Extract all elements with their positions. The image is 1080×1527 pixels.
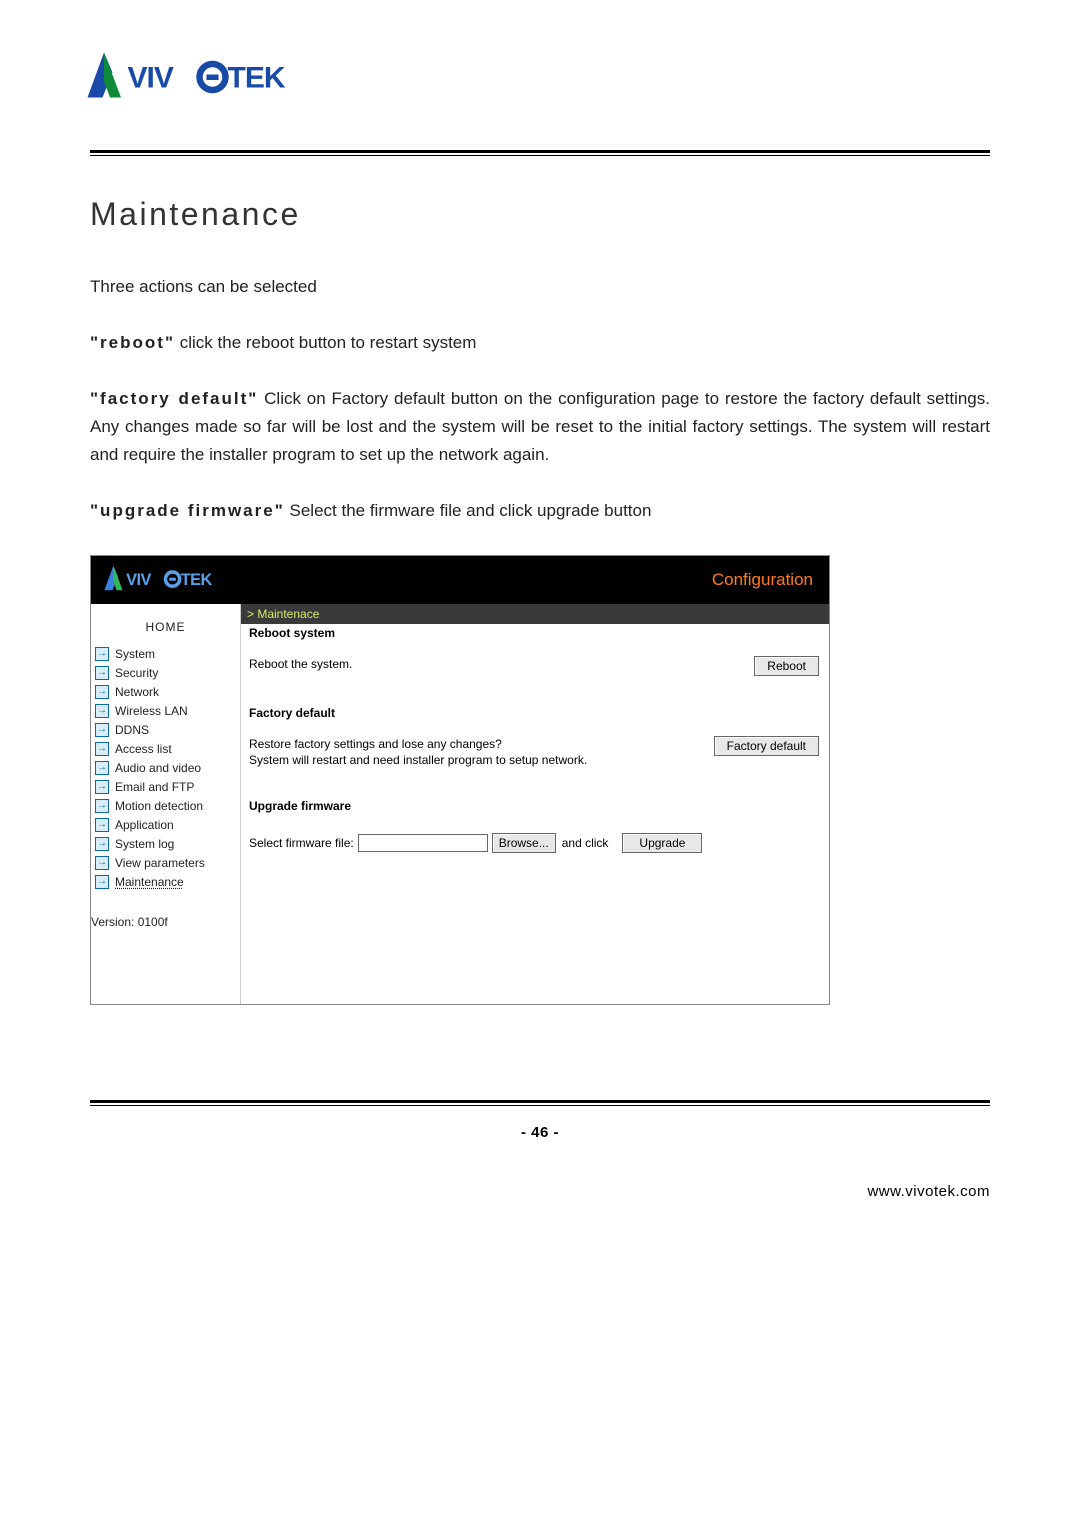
firmware-file-input[interactable] (358, 834, 488, 852)
svg-text:TEK: TEK (228, 62, 286, 95)
footer-divider-thick (90, 1100, 990, 1103)
footer-divider-thin (90, 1105, 990, 1106)
config-header: VIV TEK Configuration (91, 556, 829, 604)
reboot-desc: click the reboot button to restart syste… (175, 333, 476, 352)
arrow-icon: → (95, 799, 109, 813)
arrow-icon: → (95, 704, 109, 718)
sidebar-item-label: Wireless LAN (115, 704, 188, 718)
and-click-text: and click (562, 836, 609, 850)
factory-term: "factory default" (90, 389, 258, 408)
sidebar: HOME → System → Security → Network → Wireless L… (91, 604, 241, 1004)
sidebar-item-network[interactable]: → Network (91, 682, 240, 701)
sidebar-item-label: Access list (115, 742, 172, 756)
sidebar-item-security[interactable]: → Security (91, 663, 240, 682)
sidebar-home-link[interactable]: HOME (91, 604, 240, 644)
site-url: www.vivotek.com (90, 1183, 990, 1200)
version-text: Version: 0100f (91, 915, 240, 929)
intro-text: Three actions can be selected (90, 273, 990, 301)
arrow-icon: → (95, 856, 109, 870)
sidebar-item-audio-and-video[interactable]: → Audio and video (91, 758, 240, 777)
arrow-icon: → (95, 666, 109, 680)
upgrade-heading: Upgrade firmware (249, 799, 819, 813)
upgrade-paragraph: "upgrade firmware" Select the firmware f… (90, 497, 990, 525)
sidebar-item-label: Network (115, 685, 159, 699)
breadcrumb: > Maintenace (241, 604, 829, 624)
sidebar-item-label: System log (115, 837, 174, 851)
factory-description: Restore factory settings and lose any ch… (249, 736, 587, 768)
divider-thin (90, 155, 990, 156)
reboot-term: "reboot" (90, 333, 175, 352)
brand-logo: VIV TEK (85, 50, 990, 100)
reboot-button[interactable]: Reboot (754, 656, 819, 676)
arrow-icon: → (95, 875, 109, 889)
section-title: Maintenance (90, 196, 990, 233)
arrow-icon: → (95, 761, 109, 775)
upgrade-desc: Select the firmware file and click upgra… (285, 501, 652, 520)
browse-button[interactable]: Browse... (492, 833, 556, 853)
reboot-description: Reboot the system. (249, 656, 352, 672)
sidebar-item-access-list[interactable]: → Access list (91, 739, 240, 758)
page-number: - 46 - (90, 1124, 990, 1141)
reboot-heading: Reboot system (249, 626, 819, 640)
upgrade-button[interactable]: Upgrade (622, 833, 702, 853)
reboot-paragraph: "reboot" click the reboot button to rest… (90, 329, 990, 357)
factory-paragraph: "factory default" Click on Factory defau… (90, 385, 990, 469)
upgrade-term: "upgrade firmware" (90, 501, 285, 520)
sidebar-item-system[interactable]: → System (91, 644, 240, 663)
sidebar-item-label: View parameters (115, 856, 205, 870)
divider-thick (90, 150, 990, 153)
sidebar-item-system-log[interactable]: → System log (91, 834, 240, 853)
svg-text:TEK: TEK (181, 571, 213, 589)
mini-logo: VIV TEK (103, 563, 223, 598)
sidebar-item-maintenance[interactable]: → Maintenance (91, 872, 240, 891)
main-panel: > Maintenace Reboot system Reboot the sy… (241, 604, 829, 1004)
svg-text:VIV: VIV (128, 62, 174, 95)
config-screenshot: VIV TEK Configuration HOME → System → Secur… (90, 555, 830, 1005)
sidebar-item-wireless-lan[interactable]: → Wireless LAN (91, 701, 240, 720)
sidebar-item-label: Motion detection (115, 799, 203, 813)
arrow-icon: → (95, 837, 109, 851)
firmware-file-label: Select firmware file: (249, 836, 354, 850)
arrow-icon: → (95, 685, 109, 699)
sidebar-item-label: Email and FTP (115, 780, 194, 794)
arrow-icon: → (95, 818, 109, 832)
sidebar-item-label: Audio and video (115, 761, 201, 775)
configuration-heading: Configuration (712, 570, 813, 590)
arrow-icon: → (95, 647, 109, 661)
arrow-icon: → (95, 780, 109, 794)
arrow-icon: → (95, 723, 109, 737)
sidebar-item-application[interactable]: → Application (91, 815, 240, 834)
sidebar-item-motion-detection[interactable]: → Motion detection (91, 796, 240, 815)
svg-text:VIV: VIV (126, 571, 151, 589)
sidebar-item-ddns[interactable]: → DDNS (91, 720, 240, 739)
sidebar-item-view-parameters[interactable]: → View parameters (91, 853, 240, 872)
sidebar-item-label: Maintenance (115, 875, 184, 889)
factory-default-button[interactable]: Factory default (714, 736, 819, 756)
sidebar-item-label: System (115, 647, 155, 661)
sidebar-item-email-and-ftp[interactable]: → Email and FTP (91, 777, 240, 796)
sidebar-item-label: Application (115, 818, 174, 832)
arrow-icon: → (95, 742, 109, 756)
sidebar-item-label: DDNS (115, 723, 149, 737)
factory-heading: Factory default (249, 706, 819, 720)
sidebar-item-label: Security (115, 666, 158, 680)
